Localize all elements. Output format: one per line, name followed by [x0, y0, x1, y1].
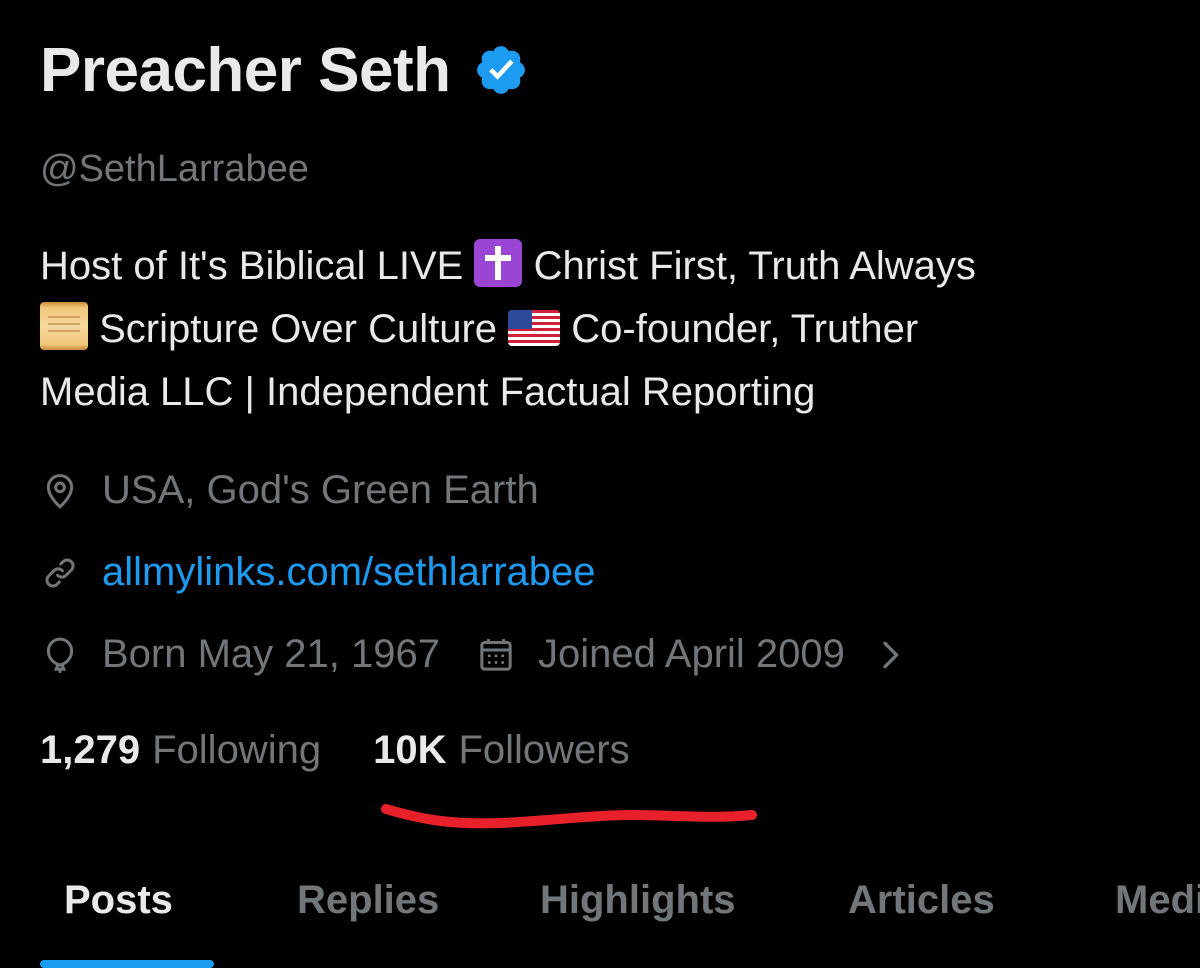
- bio-line-2: Scripture Over Culture Co-founder, Truth…: [40, 298, 1160, 361]
- followers-label: Followers: [458, 728, 630, 772]
- born-date: Born May 21, 1967: [102, 632, 440, 676]
- scroll-emoji-icon: [40, 302, 88, 350]
- tab-replies[interactable]: Replies: [297, 872, 439, 928]
- active-tab-indicator: [40, 960, 214, 968]
- profile-handle: @SethLarrabee: [40, 148, 309, 190]
- profile-location: USA, God's Green Earth: [40, 468, 539, 513]
- website-link[interactable]: allmylinks.com/sethlarrabee: [102, 550, 596, 595]
- joined-date: Joined April 2009: [538, 632, 845, 676]
- display-name: Preacher Seth: [40, 35, 451, 105]
- bio-text: Scripture Over Culture: [99, 307, 498, 351]
- profile-stats: 1,279 Following 10K Followers: [40, 728, 630, 773]
- profile-name-row: Preacher Seth: [40, 30, 529, 110]
- following-label: Following: [152, 728, 322, 772]
- tab-posts[interactable]: Posts: [64, 872, 173, 928]
- tab-articles[interactable]: Articles: [848, 872, 995, 928]
- chevron-right-icon[interactable]: [875, 635, 905, 675]
- bio-text: Host of It's Biblical LIVE: [40, 244, 464, 288]
- bio-text: Christ First, Truth Always: [533, 244, 976, 288]
- link-icon: [45, 558, 75, 587]
- profile-bio: Host of It's Biblical LIVE Christ First,…: [40, 235, 1160, 424]
- red-underline-annotation: [381, 804, 757, 829]
- tab-highlights[interactable]: Highlights: [540, 872, 736, 928]
- profile-website[interactable]: allmylinks.com/sethlarrabee: [40, 550, 596, 595]
- profile-tabs: Posts Replies Highlights Articles Media: [0, 872, 1200, 968]
- latin-cross-emoji-icon: [474, 239, 523, 287]
- balloon-icon: [46, 637, 74, 673]
- profile-dates: Born May 21, 1967 Joined April 2009: [40, 632, 905, 677]
- verified-badge-icon[interactable]: [473, 42, 529, 98]
- bio-line-1: Host of It's Biblical LIVE Christ First,…: [40, 235, 1160, 298]
- location-pin-icon: [46, 473, 74, 509]
- followers-count: 10K: [373, 728, 447, 772]
- bio-text: Co-founder, Truther: [571, 307, 919, 351]
- followers-stat[interactable]: 10K Followers: [373, 728, 630, 773]
- location-text: USA, God's Green Earth: [102, 468, 539, 512]
- following-count: 1,279: [40, 728, 141, 772]
- us-flag-emoji-icon: [508, 310, 561, 346]
- following-stat[interactable]: 1,279 Following: [40, 728, 321, 773]
- tab-media[interactable]: Media: [1115, 872, 1200, 928]
- calendar-icon: [480, 638, 512, 671]
- bio-line-3: Media LLC | Independent Factual Reportin…: [40, 370, 816, 414]
